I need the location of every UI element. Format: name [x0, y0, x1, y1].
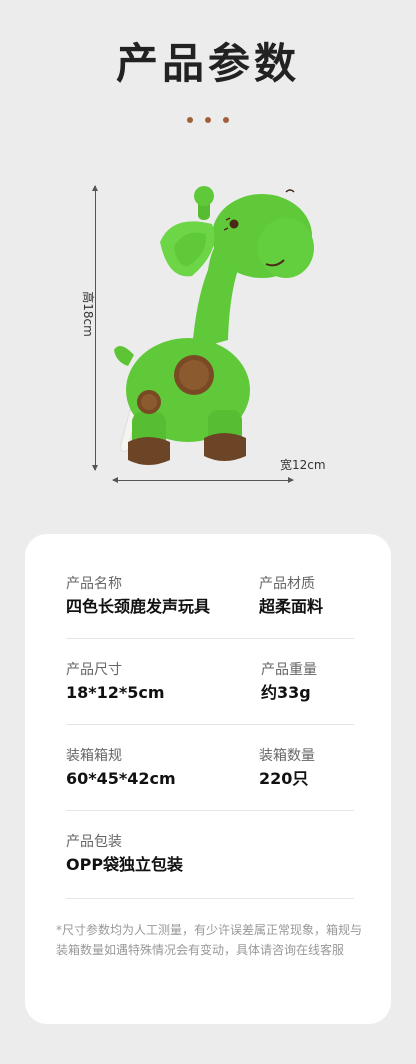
spec-label: 装箱箱规: [66, 748, 122, 764]
spec-packaging: 产品包装 OPP袋独立包装: [66, 832, 183, 876]
spec-card: 产品名称 四色长颈鹿发声玩具 产品材质 超柔面料 产品尺寸 18*12*5cm …: [25, 534, 391, 1024]
spec-value: 四色长颈鹿发声玩具: [66, 597, 211, 616]
giraffe-plush-image: [114, 186, 314, 465]
spec-material: 产品材质 超柔面料: [259, 574, 323, 618]
divider: [66, 724, 354, 725]
spec-value: 约33g: [261, 683, 311, 702]
decorative-dots: [0, 108, 416, 127]
spec-value: 220只: [259, 769, 309, 788]
spec-carton-quantity: 装箱数量 220只: [259, 746, 315, 790]
divider: [66, 898, 354, 899]
spec-label: 产品重量: [261, 662, 317, 678]
spec-value: OPP袋独立包装: [66, 855, 184, 874]
spec-carton-size: 装箱箱规 60*45*42cm: [66, 746, 176, 790]
dot-icon: [186, 117, 193, 123]
spec-value: 18*12*5cm: [66, 683, 165, 702]
spec-weight: 产品重量 约33g: [261, 660, 317, 704]
spec-label: 产品名称: [66, 576, 122, 592]
dot-icon: [205, 117, 211, 123]
spec-value: 60*45*42cm: [66, 769, 176, 788]
width-label: 宽12cm: [280, 458, 326, 472]
divider: [66, 810, 354, 811]
spec-label: 装箱数量: [259, 748, 315, 764]
spec-size: 产品尺寸 18*12*5cm: [66, 660, 165, 704]
width-dimension-line: [112, 477, 294, 483]
page-title: 产品参数: [115, 39, 300, 88]
measurement-note: *尺寸参数均为人工测量，有少许误差属正常现象，箱规与装箱数量如遇特殊情况会有变动…: [56, 923, 363, 957]
spec-label: 产品尺寸: [66, 662, 122, 678]
spec-label: 产品包装: [66, 834, 122, 850]
spec-name: 产品名称 四色长颈鹿发声玩具: [66, 574, 210, 618]
spec-label: 产品材质: [259, 576, 315, 592]
dot-icon: [223, 117, 230, 123]
divider: [66, 638, 354, 639]
spec-value: 超柔面料: [259, 597, 324, 616]
height-label: 高18cm: [81, 291, 95, 337]
